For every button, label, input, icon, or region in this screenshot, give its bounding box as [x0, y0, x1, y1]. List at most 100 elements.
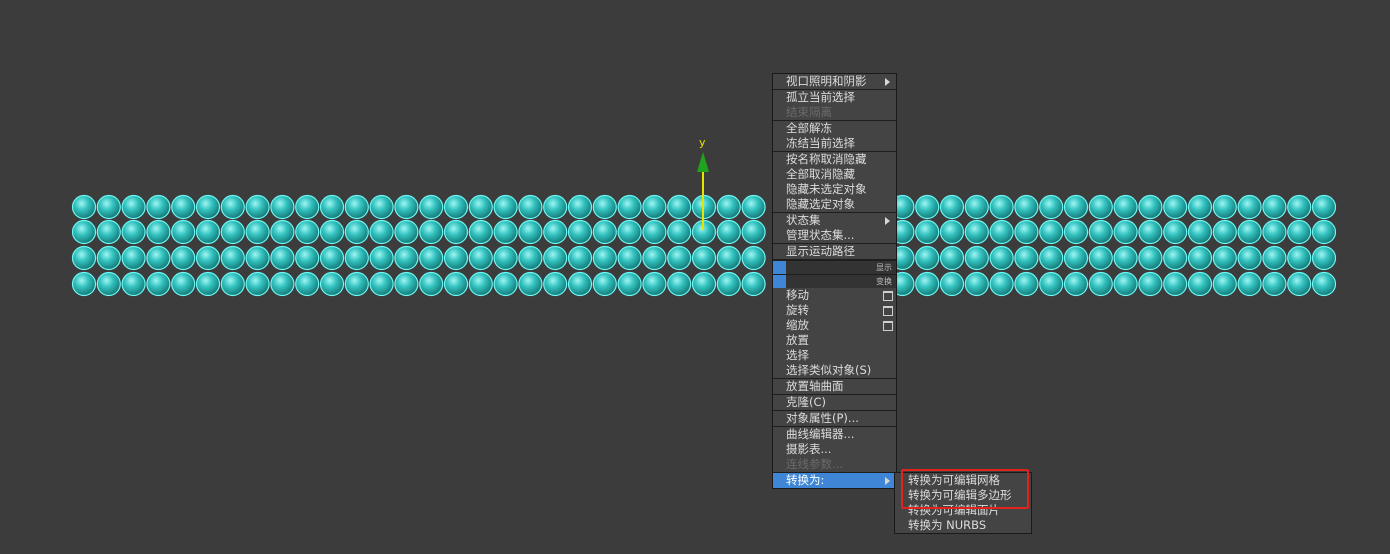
sphere[interactable] [146, 271, 171, 297]
sphere[interactable] [319, 194, 345, 220]
sphere[interactable] [1163, 194, 1188, 220]
sphere[interactable] [71, 219, 97, 245]
sphere[interactable] [195, 194, 221, 220]
sphere[interactable] [1237, 219, 1262, 245]
sphere[interactable] [1262, 219, 1287, 245]
sphere[interactable] [220, 194, 245, 220]
sphere[interactable] [171, 194, 196, 220]
sphere[interactable] [245, 219, 270, 245]
sphere[interactable] [1187, 219, 1213, 245]
sphere[interactable] [592, 194, 617, 220]
sphere[interactable] [1311, 194, 1337, 220]
sphere[interactable] [716, 219, 741, 245]
viewport[interactable]: y [0, 0, 1390, 554]
sphere[interactable] [319, 245, 345, 271]
sphere[interactable] [1039, 271, 1064, 297]
sphere[interactable] [567, 271, 593, 297]
sphere[interactable] [1039, 245, 1064, 271]
sphere[interactable] [369, 271, 394, 297]
sphere[interactable] [642, 245, 667, 271]
menu-item[interactable]: 按名称取消隐藏 [773, 152, 896, 167]
sphere[interactable] [369, 219, 394, 245]
sphere[interactable] [121, 219, 146, 245]
menu-item[interactable]: 显示运动路径 [773, 244, 896, 259]
sphere[interactable] [1088, 245, 1113, 271]
menu-item[interactable]: 转换为: [773, 473, 896, 488]
menu-item[interactable]: 隐藏未选定对象 [773, 182, 896, 197]
sphere[interactable] [716, 271, 741, 297]
convert-submenu-item[interactable]: 转换为可编辑网格 [895, 473, 1031, 488]
sphere[interactable] [543, 219, 568, 245]
sphere[interactable] [171, 271, 196, 297]
sphere[interactable] [1063, 194, 1089, 220]
menu-item[interactable]: 冻结当前选择 [773, 136, 896, 151]
sphere[interactable] [96, 194, 121, 220]
sphere[interactable] [939, 219, 965, 245]
sphere[interactable] [270, 271, 295, 297]
sphere[interactable] [1311, 219, 1337, 245]
sphere[interactable] [592, 245, 617, 271]
sphere[interactable] [344, 271, 369, 297]
menu-item[interactable]: 缩放 [773, 318, 896, 333]
sphere[interactable] [989, 219, 1014, 245]
sphere[interactable] [1014, 219, 1039, 245]
sphere[interactable] [1138, 219, 1163, 245]
convert-submenu-item[interactable]: 转换为 NURBS [895, 518, 1031, 533]
sphere[interactable] [319, 271, 345, 297]
sphere[interactable] [468, 194, 493, 220]
sphere[interactable] [394, 194, 419, 220]
sphere[interactable] [1163, 271, 1188, 297]
sphere[interactable] [518, 194, 543, 220]
sphere[interactable] [915, 271, 940, 297]
menu-item[interactable]: 移动 [773, 288, 896, 303]
menu-item[interactable]: 克隆(C) [773, 395, 896, 410]
menu-item[interactable]: 选择类似对象(S) [773, 363, 896, 378]
gizmo-y-axis[interactable] [702, 170, 704, 230]
sphere[interactable] [1187, 271, 1213, 297]
sphere[interactable] [989, 245, 1014, 271]
sphere[interactable] [394, 245, 419, 271]
sphere[interactable] [915, 245, 940, 271]
sphere[interactable] [1113, 271, 1138, 297]
sphere[interactable] [419, 219, 444, 245]
sphere[interactable] [1138, 271, 1163, 297]
menu-item[interactable]: 放置 [773, 333, 896, 348]
sphere[interactable] [1014, 194, 1039, 220]
sphere[interactable] [1039, 194, 1064, 220]
sphere[interactable] [1212, 219, 1237, 245]
sphere[interactable] [121, 245, 146, 271]
sphere[interactable] [121, 194, 146, 220]
sphere[interactable] [493, 194, 518, 220]
sphere[interactable] [369, 194, 394, 220]
sphere[interactable] [592, 271, 617, 297]
sphere[interactable] [71, 271, 97, 297]
sphere[interactable] [667, 219, 692, 245]
sphere[interactable] [617, 219, 642, 245]
sphere[interactable] [1063, 219, 1089, 245]
menu-item[interactable]: 隐藏选定对象 [773, 197, 896, 212]
sphere[interactable] [146, 245, 171, 271]
sphere[interactable] [1212, 245, 1237, 271]
sphere[interactable] [1187, 194, 1213, 220]
sphere[interactable] [741, 219, 766, 245]
sphere[interactable] [1262, 194, 1287, 220]
sphere[interactable] [741, 245, 766, 271]
sphere[interactable] [295, 219, 320, 245]
sphere[interactable] [419, 271, 444, 297]
options-box-icon[interactable] [883, 321, 893, 331]
menu-item[interactable]: 摄影表... [773, 442, 896, 457]
sphere[interactable] [1287, 194, 1312, 220]
sphere[interactable] [1287, 271, 1312, 297]
sphere[interactable] [1063, 245, 1089, 271]
sphere[interactable] [667, 271, 692, 297]
menu-item[interactable]: 全部取消隐藏 [773, 167, 896, 182]
sphere[interactable] [964, 194, 989, 220]
sphere[interactable] [443, 194, 469, 220]
sphere[interactable] [964, 245, 989, 271]
sphere[interactable] [567, 245, 593, 271]
sphere[interactable] [96, 245, 121, 271]
sphere[interactable] [964, 219, 989, 245]
sphere[interactable] [617, 194, 642, 220]
menu-item[interactable]: 对象属性(P)... [773, 411, 896, 426]
menu-item[interactable]: 曲线编辑器... [773, 427, 896, 442]
